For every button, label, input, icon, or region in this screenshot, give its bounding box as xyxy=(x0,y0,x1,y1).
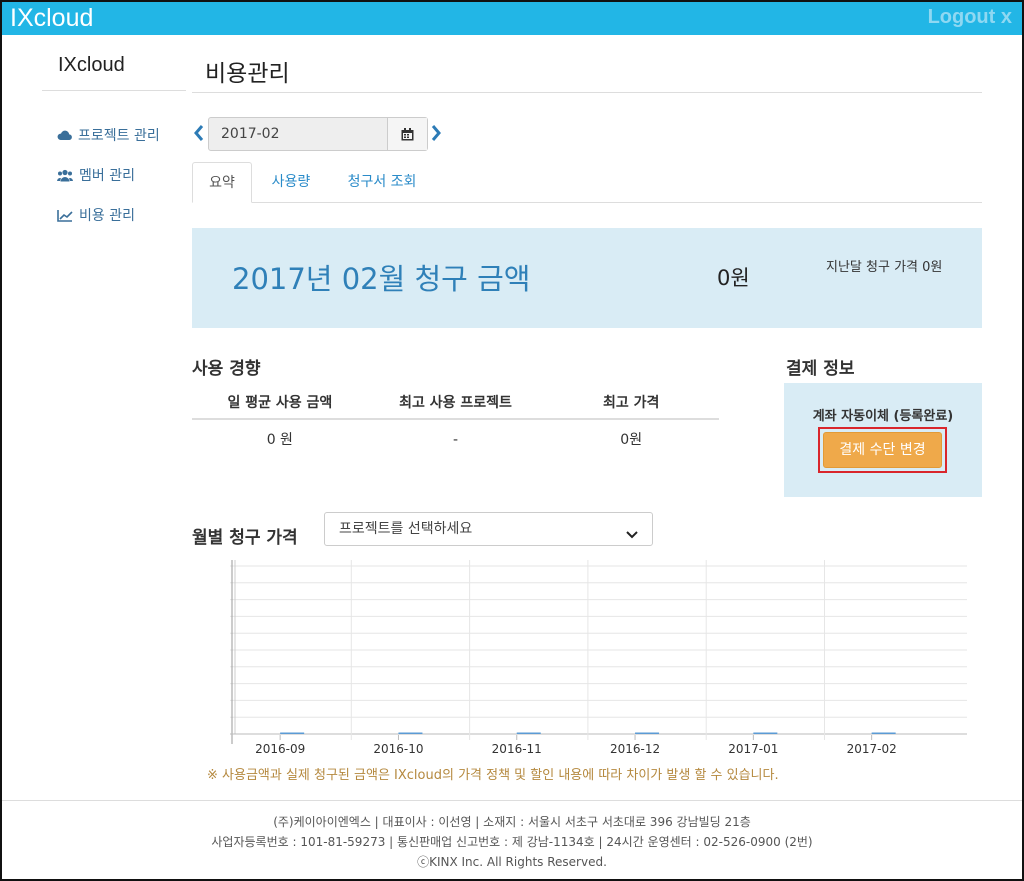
footer-registration-info: 사업자등록번호 : 101-81-59273 | 통신판매업 신고번호 : 제 … xyxy=(211,835,813,849)
sidebar-divider xyxy=(42,90,186,91)
chart-bar xyxy=(753,732,778,734)
summary-amount: 0원 xyxy=(717,266,750,290)
sidebar-item-label: 멤버 관리 xyxy=(79,168,135,184)
summary-title: 2017년 02월 청구 금액 xyxy=(232,262,531,296)
table-row: 0 원 - 0원 xyxy=(192,420,719,458)
cloud-icon xyxy=(57,129,72,141)
footer-copyright: ⓒKINX Inc. All Rights Reserved. xyxy=(417,855,607,869)
table-cell: 0원 xyxy=(620,432,643,448)
top-bar: IXcloud Logout x xyxy=(2,2,1022,35)
chart-bar xyxy=(635,732,660,734)
pricing-note: ※ 사용금액과 실제 청구된 금액은 IXcloud의 가격 정책 및 할인 내… xyxy=(207,768,779,783)
page-title: 비용관리 xyxy=(205,61,290,87)
chevron-left-icon xyxy=(194,125,204,141)
month-picker[interactable]: 2017-02 xyxy=(208,117,428,151)
sidebar-title: IXcloud xyxy=(58,54,125,76)
project-select-value: 프로젝트를 선택하세요 xyxy=(339,521,473,537)
chevron-right-icon xyxy=(431,125,441,141)
payment-info-panel: 계좌 자동이체 (등록완료) 결제 수단 변경 xyxy=(784,383,982,497)
column-header: 일 평균 사용 금액 xyxy=(227,395,333,411)
table-header: 일 평균 사용 금액 최고 사용 프로젝트 최고 가격 xyxy=(192,388,719,420)
usage-table: 일 평균 사용 금액 최고 사용 프로젝트 최고 가격 0 원 - 0원 xyxy=(192,388,719,458)
sidebar-item-billing[interactable]: 비용 관리 xyxy=(57,205,135,225)
prev-month-button[interactable] xyxy=(193,124,204,147)
column-header: 최고 사용 프로젝트 xyxy=(399,395,512,411)
x-tick-label: 2016-11 xyxy=(492,742,542,756)
logout-button[interactable]: Logout x xyxy=(928,5,1012,29)
chart-bar xyxy=(871,732,896,734)
footer: (주)케이아이엔엑스 | 대표이사 : 이선영 | 소재지 : 서울시 서초구 … xyxy=(2,800,1022,879)
next-month-button[interactable] xyxy=(431,124,442,147)
footer-company-info: (주)케이아이엔엑스 | 대표이사 : 이선영 | 소재지 : 서울시 서초구 … xyxy=(273,815,751,829)
tab-invoice[interactable]: 청구서 조회 xyxy=(336,162,428,203)
payment-status: 계좌 자동이체 (등록완료) xyxy=(812,409,954,424)
x-tick-label: 2016-10 xyxy=(373,742,423,756)
chart-bar xyxy=(280,732,305,734)
users-icon xyxy=(57,169,73,182)
payment-info-title: 결제 정보 xyxy=(786,359,855,379)
title-divider xyxy=(192,92,982,93)
monthly-billing-chart: 2016-09 2016-10 2016-11 2016-12 2017-01 2017-… xyxy=(230,560,967,756)
usage-trend-title: 사용 경향 xyxy=(192,359,261,379)
sidebar-item-label: 프로젝트 관리 xyxy=(78,128,160,144)
chart-bar xyxy=(398,732,423,734)
chevron-down-icon xyxy=(626,524,638,543)
sidebar-item-label: 비용 관리 xyxy=(79,208,135,224)
project-select[interactable]: 프로젝트를 선택하세요 xyxy=(324,512,653,546)
line-chart-icon xyxy=(57,209,73,222)
x-tick-label: 2017-01 xyxy=(728,742,778,756)
tab-usage[interactable]: 사용량 xyxy=(260,162,322,203)
monthly-billing-title: 월별 청구 가격 xyxy=(192,528,298,548)
calendar-button[interactable] xyxy=(387,118,427,150)
chart-bar xyxy=(516,732,541,734)
brand-logo[interactable]: IXcloud xyxy=(10,4,93,32)
x-tick-label: 2016-12 xyxy=(610,742,660,756)
tab-summary[interactable]: 요약 xyxy=(192,162,252,203)
sidebar-item-members[interactable]: 멤버 관리 xyxy=(57,165,135,185)
tab-bar: 요약 사용량 청구서 조회 xyxy=(192,162,982,203)
month-input[interactable]: 2017-02 xyxy=(209,118,387,150)
x-tick-label: 2016-09 xyxy=(255,742,305,756)
x-tick-label: 2017-02 xyxy=(847,742,897,756)
column-header: 최고 가격 xyxy=(602,395,660,411)
previous-month-amount: 지난달 청구 가격 0원 xyxy=(826,260,943,275)
change-payment-button[interactable]: 결제 수단 변경 xyxy=(823,432,942,468)
billing-summary-panel: 2017년 02월 청구 금액 0원 지난달 청구 가격 0원 xyxy=(192,228,982,328)
table-cell: - xyxy=(452,432,459,448)
table-cell: 0 원 xyxy=(266,432,293,448)
sidebar-item-project[interactable]: 프로젝트 관리 xyxy=(57,125,160,145)
calendar-icon xyxy=(401,127,414,140)
